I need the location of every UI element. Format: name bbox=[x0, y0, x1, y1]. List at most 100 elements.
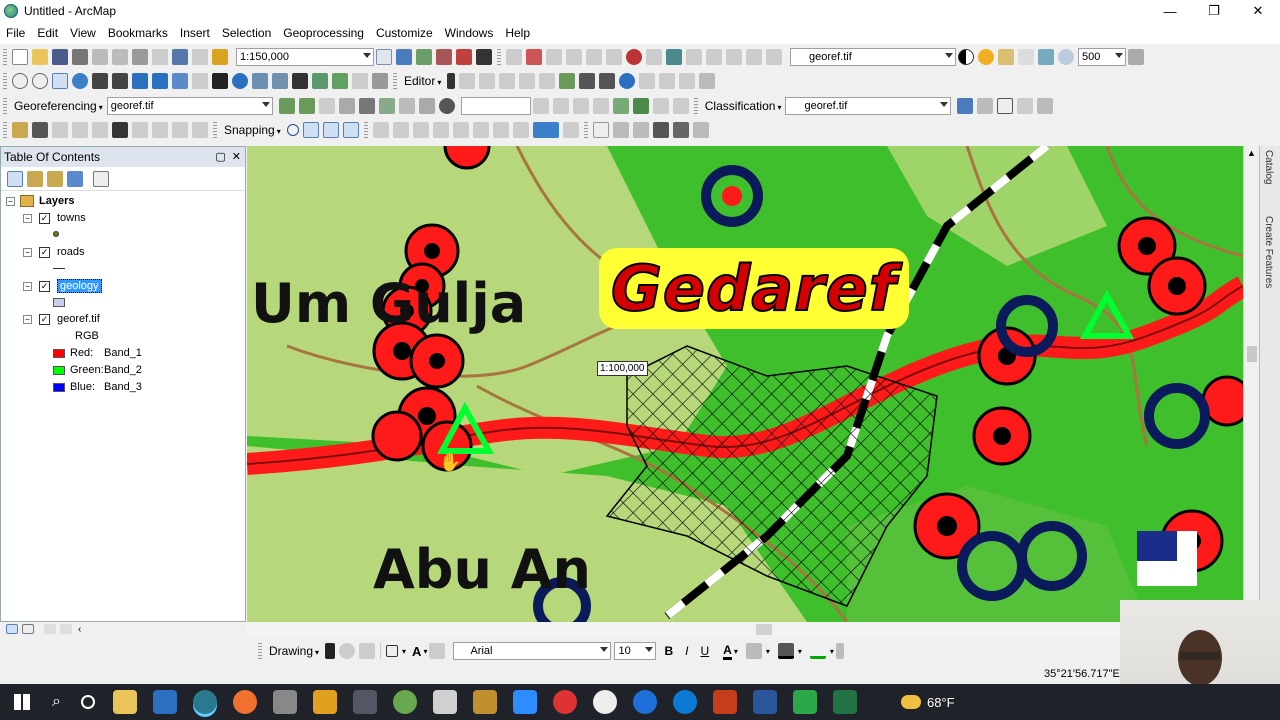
windows-start-icon[interactable] bbox=[14, 694, 30, 710]
measure-icon[interactable] bbox=[352, 73, 368, 89]
layer-georef-tif[interactable]: − ✓ georef.tif bbox=[23, 311, 100, 327]
band-blue[interactable]: Blue: Band_3 bbox=[53, 379, 142, 395]
clear-selection-icon[interactable] bbox=[192, 73, 208, 89]
point-tool-icon[interactable] bbox=[539, 73, 556, 89]
bold-button[interactable]: B bbox=[664, 644, 673, 658]
layout-icon[interactable] bbox=[652, 122, 669, 138]
find-binoculars-icon[interactable] bbox=[292, 73, 308, 89]
links-icon[interactable] bbox=[706, 49, 722, 65]
draw-disabled-icon-3[interactable] bbox=[412, 122, 429, 138]
list-by-visibility-icon[interactable] bbox=[47, 170, 63, 187]
validate-icon[interactable] bbox=[132, 122, 148, 138]
vertex-snapping-icon[interactable] bbox=[322, 122, 339, 138]
layer-geology[interactable]: − ✓ geology bbox=[23, 278, 102, 294]
disabled-georef-icon[interactable] bbox=[532, 98, 549, 114]
create-features-tab[interactable]: Create Features bbox=[1263, 216, 1274, 288]
rotate-georef-icon[interactable] bbox=[278, 98, 295, 114]
excel-icon[interactable] bbox=[832, 690, 857, 714]
draw-disabled-icon[interactable] bbox=[372, 122, 389, 138]
rotate-tool-icon[interactable] bbox=[619, 73, 636, 89]
clock-app-icon[interactable] bbox=[592, 690, 617, 714]
word-icon[interactable] bbox=[752, 690, 777, 714]
lm-app-icon[interactable] bbox=[312, 690, 337, 714]
hscroll-thumb[interactable] bbox=[756, 624, 772, 635]
end-snapping-icon[interactable] bbox=[302, 122, 319, 138]
map-horizontal-scrollbar[interactable] bbox=[246, 623, 1120, 636]
edit-annotation-icon[interactable] bbox=[459, 73, 476, 89]
menu-edit[interactable]: Edit bbox=[31, 22, 64, 44]
powerpoint-icon[interactable] bbox=[712, 690, 737, 714]
draw-disabled-icon-4[interactable] bbox=[432, 122, 449, 138]
full-extent-icon[interactable] bbox=[72, 73, 88, 89]
menu-file[interactable]: File bbox=[0, 22, 31, 44]
font-size-combo[interactable]: 10 bbox=[614, 642, 657, 660]
font-name-combo[interactable]: Arial bbox=[453, 642, 612, 660]
toolbar-options-icon-4[interactable] bbox=[692, 122, 709, 138]
sketch-properties-icon[interactable] bbox=[626, 49, 642, 65]
edit-vertices-icon[interactable] bbox=[506, 49, 522, 65]
disabled-tool-icon[interactable] bbox=[746, 49, 762, 65]
draw-disabled-icon-6[interactable] bbox=[472, 122, 489, 138]
new-document-icon[interactable] bbox=[12, 49, 28, 65]
delete-icon[interactable] bbox=[152, 49, 168, 65]
recorder-app-icon[interactable] bbox=[552, 690, 577, 714]
settings-icon[interactable] bbox=[272, 690, 297, 714]
pencil-icon[interactable] bbox=[612, 98, 629, 114]
rectangle-dropdown[interactable]: ▾ bbox=[402, 647, 406, 656]
disabled-georef-icon-4[interactable] bbox=[592, 98, 609, 114]
line-color-icon[interactable] bbox=[777, 643, 794, 659]
fill-bucket-icon[interactable] bbox=[745, 643, 762, 659]
snapping-menu[interactable]: Snapping ▾ bbox=[220, 123, 285, 137]
pan-hand-icon[interactable] bbox=[52, 73, 68, 89]
validate-extent-icon[interactable] bbox=[152, 122, 168, 138]
classification-training-icon[interactable] bbox=[632, 98, 649, 114]
straight-segment-icon[interactable] bbox=[479, 73, 496, 89]
data-frame-icon[interactable] bbox=[32, 122, 48, 138]
layout-view-tab-icon[interactable] bbox=[22, 624, 34, 634]
scale-icon[interactable] bbox=[318, 98, 335, 114]
rotation-input[interactable] bbox=[460, 97, 531, 115]
globe-app-icon[interactable] bbox=[392, 690, 417, 714]
scroll-left-icon[interactable]: ‹ bbox=[78, 624, 81, 635]
open-folder-icon[interactable] bbox=[32, 49, 48, 65]
draw-disabled-icon-8[interactable] bbox=[512, 122, 529, 138]
shared-features-icon[interactable] bbox=[192, 122, 208, 138]
topology-icon[interactable] bbox=[646, 49, 662, 65]
collapse-icon[interactable]: − bbox=[23, 281, 32, 291]
list-by-selection-icon[interactable] bbox=[67, 170, 83, 187]
fill-color-dropdown[interactable]: ▾ bbox=[766, 647, 770, 656]
tool-app-icon[interactable] bbox=[352, 690, 377, 714]
collapse-icon[interactable]: − bbox=[23, 314, 32, 324]
draw-disabled-icon-9[interactable] bbox=[562, 122, 579, 138]
fill-color-icon[interactable] bbox=[532, 122, 559, 138]
layout-disabled-icon-2[interactable] bbox=[632, 122, 649, 138]
create-features-icon[interactable] bbox=[679, 73, 696, 89]
file-explorer-icon[interactable] bbox=[112, 690, 137, 714]
disabled-georef-icon-2[interactable] bbox=[552, 98, 569, 114]
find-route-icon[interactable] bbox=[312, 73, 328, 89]
go-to-xy-icon[interactable] bbox=[332, 73, 348, 89]
menu-insert[interactable]: Insert bbox=[174, 22, 216, 44]
contrast-icon[interactable] bbox=[958, 49, 974, 65]
italic-button[interactable]: I bbox=[685, 644, 688, 658]
restore-button[interactable]: ❐ bbox=[1192, 0, 1236, 22]
select-elements-arrow-icon[interactable] bbox=[325, 643, 336, 659]
transparency-icon[interactable] bbox=[998, 49, 1014, 65]
python-window-icon[interactable] bbox=[476, 49, 492, 65]
underline-button[interactable]: U bbox=[700, 644, 709, 658]
camtasia-icon[interactable] bbox=[792, 690, 817, 714]
rotate-icon[interactable] bbox=[586, 49, 602, 65]
select-features-icon[interactable] bbox=[172, 73, 188, 89]
menu-view[interactable]: View bbox=[64, 22, 102, 44]
collapse-icon[interactable]: − bbox=[23, 247, 32, 257]
toolbar-options-icon-3[interactable] bbox=[1037, 98, 1054, 114]
layer-roads[interactable]: − ✓ roads bbox=[23, 244, 85, 260]
arctoolbox-icon[interactable] bbox=[456, 49, 472, 65]
copy-icon[interactable] bbox=[112, 49, 128, 65]
weather-icon[interactable] bbox=[900, 695, 921, 709]
fixed-zoom-in-icon[interactable] bbox=[92, 73, 108, 89]
paste-icon[interactable] bbox=[132, 49, 148, 65]
layer-icon[interactable] bbox=[12, 122, 28, 138]
marker-color-dropdown[interactable]: ▾ bbox=[830, 647, 834, 656]
control-points-icon[interactable] bbox=[358, 98, 375, 114]
